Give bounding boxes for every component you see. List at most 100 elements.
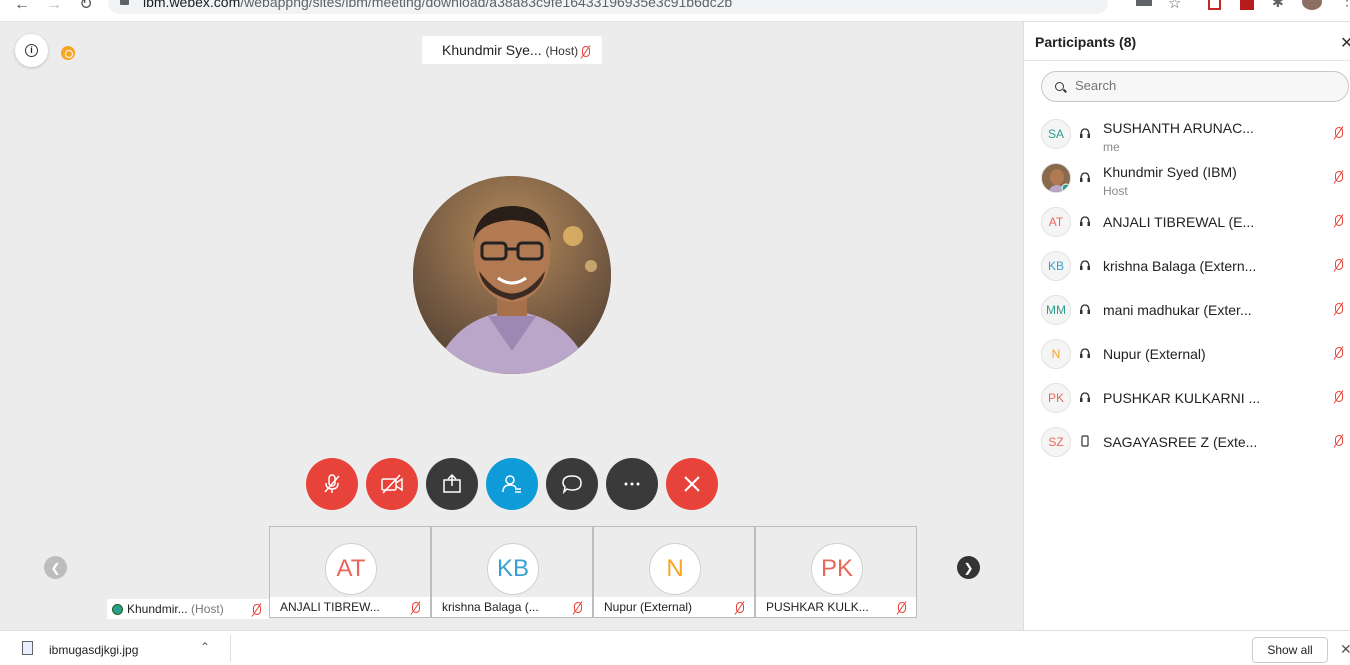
panel-close-icon[interactable]: ✕ — [1340, 33, 1350, 53]
stop-video-button[interactable] — [366, 458, 418, 510]
headset-icon — [1080, 392, 1090, 402]
active-speaker-name: Khundmir Sye... — [442, 42, 542, 58]
host-tile-role: (Host) — [191, 602, 224, 616]
meeting-info-button[interactable]: i — [15, 34, 48, 67]
phone-icon — [1081, 435, 1089, 447]
mic-muted-icon — [1335, 303, 1343, 314]
headset-icon — [1080, 128, 1090, 138]
tile-label: PUSHKAR KULK... — [756, 597, 916, 617]
mic-muted-icon — [582, 45, 591, 57]
network-status-icon[interactable] — [61, 46, 75, 60]
participants-button[interactable] — [486, 458, 538, 510]
active-speaker-label: Khundmir Sye... (Host) — [422, 36, 602, 64]
profile-avatar[interactable] — [1302, 0, 1322, 10]
download-file-name[interactable]: ibmugasdjkgi.jpg — [49, 643, 138, 657]
strip-prev-button[interactable]: ❮ — [44, 556, 67, 579]
leave-button[interactable] — [666, 458, 718, 510]
share-button[interactable] — [426, 458, 478, 510]
video-tile[interactable]: AT ANJALI TIBREW... — [269, 526, 431, 618]
meeting-controls — [306, 458, 718, 510]
mic-muted-icon — [412, 602, 420, 613]
participant-avatar: PK — [1041, 383, 1071, 413]
chevron-right-icon: ❯ — [963, 560, 974, 575]
mic-muted-icon — [736, 602, 744, 613]
download-bar: ibmugasdjkgi.jpg ⌃ Show all ✕ — [0, 630, 1350, 665]
tile-avatar: PK — [811, 543, 863, 595]
search-input[interactable] — [1075, 78, 1335, 93]
search-icon — [1055, 82, 1064, 91]
participant-name: ANJALI TIBREWAL (E... — [1103, 214, 1255, 230]
tile-avatar: AT — [325, 543, 377, 595]
participant-avatar: N — [1041, 339, 1071, 369]
host-tile-name: Khundmir... — [127, 602, 188, 616]
mic-muted-icon — [1335, 171, 1343, 182]
participant-row[interactable]: AT ANJALI TIBREWAL (E... — [1024, 199, 1350, 243]
lock-icon — [120, 0, 129, 5]
participant-name: krishna Balaga (Extern... — [1103, 258, 1257, 274]
participant-row[interactable]: SZ SAGAYASREE Z (Exte... — [1024, 419, 1350, 463]
chat-button[interactable] — [546, 458, 598, 510]
menu-icon[interactable]: ⋮ — [1340, 0, 1350, 8]
strip-next-button[interactable]: ❯ — [957, 556, 980, 579]
video-off-icon — [381, 474, 403, 494]
browser-toolbar: ← → ↻ ibm.webex.com/webappng/sites/ibm/m… — [0, 0, 1350, 22]
panel-title: Participants (8) — [1035, 34, 1137, 50]
info-icon: i — [25, 44, 38, 57]
participant-row[interactable]: PK PUSHKAR KULKARNI ... — [1024, 375, 1350, 419]
pdf-extension-icon[interactable] — [1240, 0, 1254, 10]
mic-off-icon — [324, 474, 340, 493]
more-icon — [624, 482, 640, 486]
url-text[interactable]: ibm.webex.com/webappng/sites/ibm/meeting… — [143, 0, 732, 10]
tile-label: Nupur (External) — [594, 597, 754, 617]
participant-row[interactable]: N Nupur (External) — [1024, 331, 1350, 375]
mic-muted-icon — [574, 602, 582, 613]
mic-muted-icon — [1335, 435, 1343, 446]
participant-name: Khundmir Syed (IBM) — [1103, 164, 1237, 180]
participant-name: PUSHKAR KULKARNI ... — [1103, 390, 1261, 406]
mic-muted-icon — [1335, 215, 1343, 226]
tile-name: PUSHKAR KULK... — [766, 600, 869, 614]
participants-icon — [502, 475, 521, 493]
mic-muted-icon — [1335, 127, 1343, 138]
active-speaker-avatar — [413, 176, 611, 374]
host-tile-label[interactable]: Khundmir... (Host) — [107, 599, 269, 619]
close-icon[interactable]: ✕ — [1340, 641, 1350, 658]
participant-row[interactable]: KB krishna Balaga (Extern... — [1024, 243, 1350, 287]
active-speaker-role: (Host) — [545, 44, 579, 58]
host-avatar-icon — [112, 604, 123, 615]
mute-button[interactable] — [306, 458, 358, 510]
headset-icon — [1080, 216, 1090, 226]
mic-muted-icon — [1335, 347, 1343, 358]
camera-blocked-icon[interactable] — [1136, 0, 1152, 6]
puzzle-icon[interactable]: ✱ — [1272, 0, 1288, 10]
participant-name: SAGAYASREE Z (Exte... — [1103, 434, 1258, 450]
participant-name: SUSHANTH ARUNAC... — [1103, 120, 1254, 136]
chevron-up-icon[interactable]: ⌃ — [200, 640, 210, 654]
url-host: ibm.webex.com — [143, 0, 241, 10]
back-icon[interactable]: ← — [12, 0, 32, 14]
tile-name: ANJALI TIBREW... — [280, 600, 380, 614]
video-tile[interactable]: N Nupur (External) — [593, 526, 755, 618]
participant-row[interactable]: SA SUSHANTH ARUNAC... me — [1024, 111, 1350, 155]
participant-search[interactable] — [1041, 71, 1349, 102]
participant-row[interactable]: MM mani madhukar (Exter... — [1024, 287, 1350, 331]
more-button[interactable] — [606, 458, 658, 510]
participant-avatar: SZ — [1041, 427, 1071, 457]
divider — [230, 635, 231, 662]
reload-icon[interactable]: ↻ — [76, 0, 96, 14]
participant-photo — [1041, 163, 1071, 193]
mic-muted-icon — [898, 602, 906, 613]
close-icon — [684, 476, 700, 492]
forward-icon[interactable]: → — [44, 0, 64, 14]
star-icon[interactable]: ☆ — [1168, 0, 1184, 12]
headset-icon — [1080, 172, 1090, 182]
participant-role: me — [1103, 140, 1120, 154]
tile-label: ANJALI TIBREW... — [270, 597, 430, 617]
participant-row[interactable]: Khundmir Syed (IBM) Host — [1024, 155, 1350, 199]
video-tile[interactable]: KB krishna Balaga (... — [431, 526, 593, 618]
video-tile[interactable]: PK PUSHKAR KULK... — [755, 526, 917, 618]
tile-avatar: N — [649, 543, 701, 595]
meeting-stage: i Khundmir Sye... (Host) ❮ ❯ Khundmir...… — [0, 22, 1023, 630]
extension-shield-icon[interactable] — [1208, 0, 1221, 10]
show-all-button[interactable]: Show all — [1252, 637, 1328, 663]
